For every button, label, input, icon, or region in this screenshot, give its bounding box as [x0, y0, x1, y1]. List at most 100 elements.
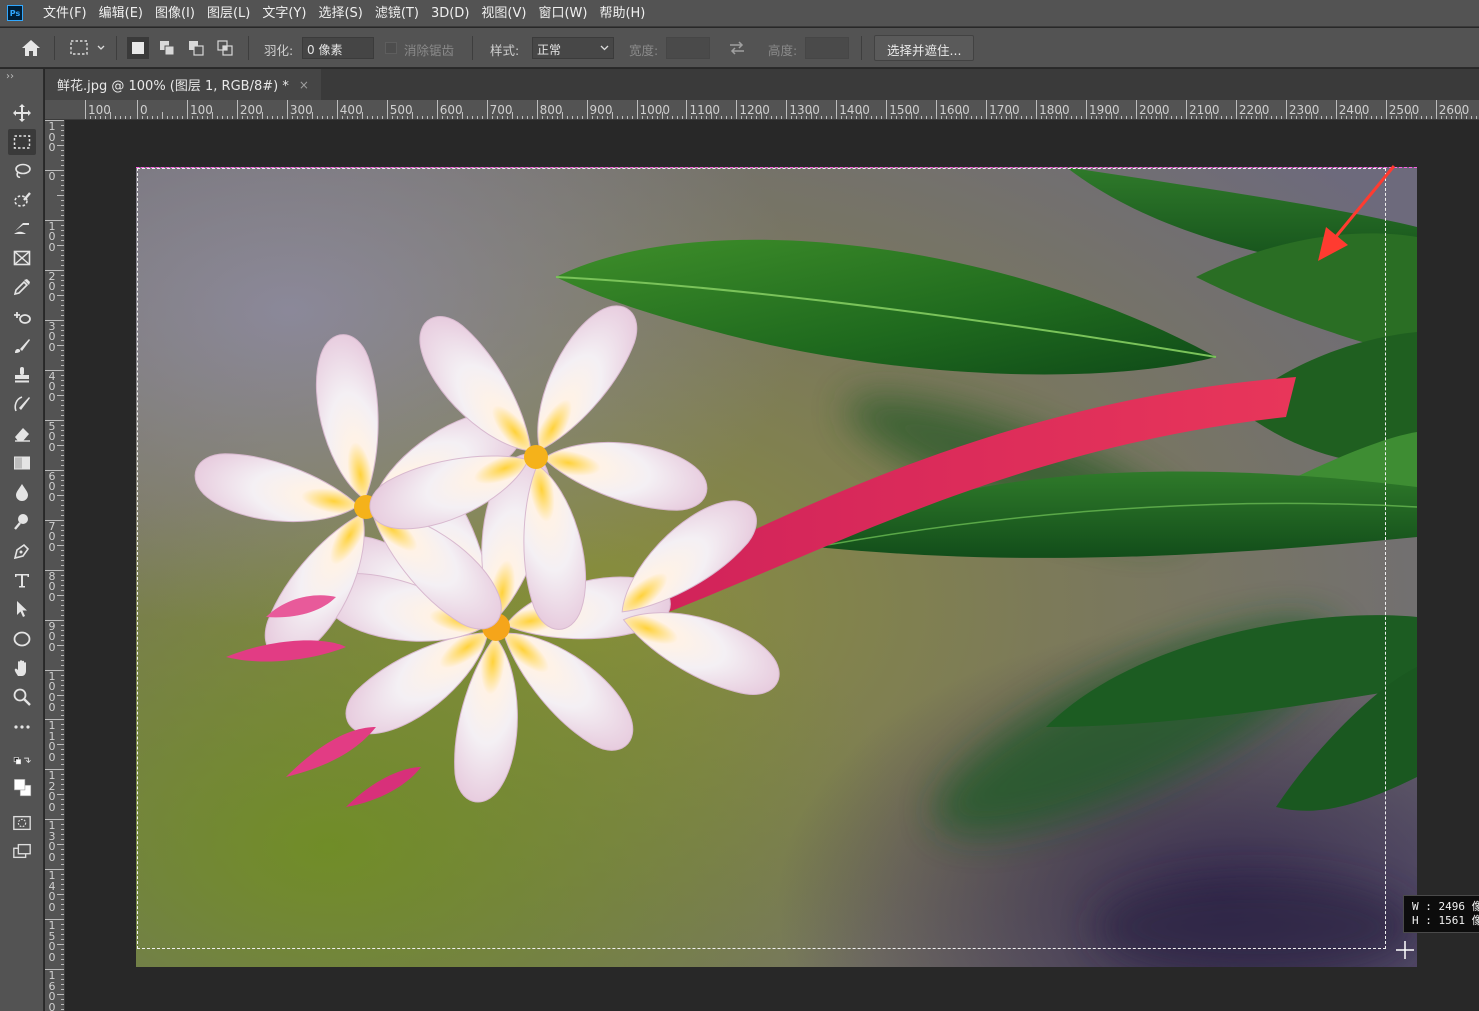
tool-move[interactable] — [8, 100, 36, 126]
ruler-minor-tick — [61, 180, 64, 181]
tool-path-select[interactable] — [8, 596, 36, 622]
tool-history-brush[interactable] — [8, 391, 36, 417]
menu-file[interactable]: 文件(F) — [37, 0, 93, 27]
ruler-minor-tick — [311, 112, 313, 119]
ruler-minor-tick — [61, 734, 64, 736]
swap-dimensions-button[interactable] — [726, 37, 748, 59]
menu-help[interactable]: 帮助(H) — [593, 0, 651, 27]
menu-view[interactable]: 视图(V) — [475, 0, 532, 27]
ruler-minor-tick — [1210, 112, 1212, 119]
ruler-minor-tick — [966, 116, 968, 119]
ruler-minor-tick — [1460, 112, 1462, 119]
ruler-minor-tick — [721, 116, 723, 119]
ruler-minor-tick — [61, 1009, 64, 1011]
tool-pen[interactable] — [8, 538, 36, 564]
tool-blur[interactable] — [8, 479, 36, 505]
tool-stamp[interactable] — [8, 362, 36, 388]
quick-mask-button[interactable] — [4, 811, 40, 835]
height-input[interactable] — [805, 37, 849, 59]
ruler-major-tick — [886, 100, 888, 119]
tool-eyedropper[interactable] — [8, 274, 36, 300]
subtract-selection-icon — [189, 41, 204, 56]
menu-layer[interactable]: 图层(L) — [201, 0, 256, 27]
color-swatches[interactable] — [4, 769, 40, 805]
ruler-minor-tick — [61, 479, 64, 481]
document-tab[interactable]: 鲜花.jpg @ 100% (图层 1, RGB/8#) * × — [45, 69, 321, 100]
ruler-minor-tick — [581, 116, 583, 119]
ruler-minor-tick — [206, 116, 208, 119]
close-tab-icon[interactable]: × — [299, 78, 309, 92]
tool-frame[interactable] — [8, 245, 36, 271]
menu-edit[interactable]: 编辑(E) — [93, 0, 149, 27]
frame-icon — [13, 250, 31, 266]
collapse-toolbar-icon[interactable]: ›› — [6, 71, 14, 82]
home-button[interactable] — [20, 37, 42, 59]
tool-healing[interactable] — [8, 304, 36, 330]
tool-more[interactable] — [8, 714, 36, 740]
add-selection-button[interactable] — [156, 37, 178, 59]
ruler-minor-tick — [641, 116, 643, 119]
ruler-label: 700 — [48, 519, 56, 554]
ruler-minor-tick — [61, 984, 64, 986]
new-selection-icon — [132, 42, 144, 54]
ruler-label: 1300 — [789, 103, 820, 117]
path-select-icon — [17, 601, 27, 617]
ruler-minor-tick — [61, 284, 64, 286]
tool-type[interactable] — [8, 567, 36, 593]
tool-crop[interactable] — [8, 216, 36, 242]
canvas-area[interactable]: W : 2496 像素 H : 1561 像素 — [66, 121, 1479, 1011]
tool-eraser[interactable] — [8, 421, 36, 447]
tool-gradient[interactable] — [8, 450, 36, 476]
select-and-mask-button[interactable]: 选择并遮住... — [874, 35, 975, 61]
ruler-minor-tick — [61, 454, 64, 456]
ruler-minor-tick — [61, 714, 64, 716]
tool-brush[interactable] — [8, 333, 36, 359]
ruler-minor-tick — [1016, 116, 1018, 119]
ruler-minor-tick — [1290, 116, 1292, 119]
tool-preset-picker[interactable] — [66, 37, 110, 59]
ruler-minor-tick — [61, 259, 64, 261]
ellipse-icon — [13, 631, 31, 647]
ruler-label: 500 — [389, 103, 413, 117]
tool-lasso[interactable] — [8, 158, 36, 184]
eyedropper-icon — [13, 279, 30, 296]
ruler-major-tick — [536, 100, 538, 119]
ruler-minor-tick — [61, 709, 64, 711]
vertical-ruler[interactable]: 100 0 100 200 300 400 500 600 700 800 900 1000 1100 1… — [45, 120, 65, 1011]
tool-dodge[interactable] — [8, 509, 36, 535]
tool-rect-marquee[interactable] — [8, 129, 36, 155]
screen-mode-button[interactable] — [4, 839, 40, 863]
tool-zoom[interactable] — [8, 684, 36, 710]
ruler-minor-tick — [406, 116, 408, 119]
ruler-minor-tick — [1255, 116, 1257, 119]
ruler-minor-tick — [1041, 116, 1043, 119]
width-input[interactable] — [666, 37, 710, 59]
menu-select[interactable]: 选择(S) — [312, 0, 368, 27]
menu-filter[interactable]: 滤镜(T) — [369, 0, 425, 27]
intersect-selection-button[interactable] — [214, 37, 236, 59]
ruler-minor-tick — [61, 774, 64, 776]
antialias-checkbox[interactable] — [385, 42, 397, 54]
blur-icon — [16, 484, 28, 501]
style-select[interactable]: 正常 — [532, 37, 614, 59]
ruler-major-tick — [1435, 100, 1437, 119]
feather-label: 羽化: — [264, 43, 294, 58]
menu-window[interactable]: 窗口(W) — [532, 0, 593, 27]
menu-image[interactable]: 图像(I) — [149, 0, 201, 27]
tool-quick-select[interactable] — [8, 187, 36, 213]
subtract-selection-button[interactable] — [185, 37, 207, 59]
ruler-minor-tick — [61, 814, 64, 816]
menu-3d[interactable]: 3D(D) — [425, 0, 475, 27]
ruler-minor-tick — [61, 229, 64, 231]
horizontal-ruler[interactable]: 100 0 100 200 300 400 500 600 700 800 900 1000 1100 1… — [45, 100, 1479, 120]
tool-hand[interactable] — [8, 655, 36, 681]
tool-ellipse[interactable] — [8, 626, 36, 652]
ruler-minor-tick — [226, 116, 228, 119]
eraser-icon — [15, 428, 30, 442]
new-selection-button[interactable] — [127, 37, 149, 59]
menu-type[interactable]: 文字(Y) — [256, 0, 312, 27]
feather-input[interactable]: 0 像素 — [302, 37, 374, 59]
ruler-minor-tick — [601, 116, 603, 119]
ruler-minor-tick — [231, 116, 233, 119]
ruler-minor-tick — [61, 989, 64, 991]
